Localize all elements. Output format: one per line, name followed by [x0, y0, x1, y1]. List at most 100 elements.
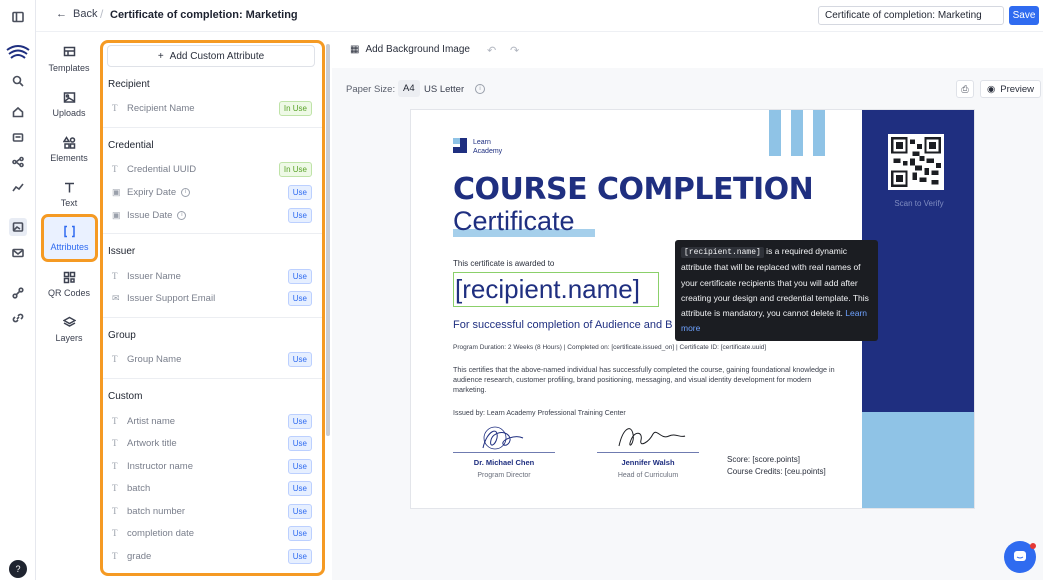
use-button[interactable]: Use: [287, 352, 312, 367]
paper-size-label: Paper Size:: [346, 84, 396, 95]
certificate-subheading[interactable]: Certificate: [453, 206, 575, 237]
use-button[interactable]: Use: [287, 436, 312, 451]
title-input[interactable]: [818, 6, 1004, 25]
home-icon[interactable]: [9, 103, 27, 121]
section-title-credential: Credential: [108, 140, 154, 151]
recipient-name-placeholder[interactable]: [recipient.name]: [453, 272, 659, 307]
attribute-expiry-date: ▣ Expiry Date i Use: [112, 184, 312, 200]
tooltip-code: [recipient.name]: [681, 247, 764, 258]
awarded-text[interactable]: This certificate is awarded to: [453, 259, 554, 268]
attribute-label: Issuer Support Email: [127, 292, 216, 304]
brackets-icon: [64, 225, 75, 237]
attribute-batch-number: Tbatch number Use: [112, 503, 312, 519]
info-icon[interactable]: i: [181, 187, 191, 197]
qr-icon: [63, 271, 75, 283]
tool-qr-codes[interactable]: QR Codes: [40, 263, 98, 305]
top-bar: ← Back / Certificate of completion: Mark…: [36, 0, 1043, 32]
tool-label: Attributes: [50, 241, 89, 252]
attribute-label: Recipient Name: [127, 102, 195, 114]
templates-icon: [63, 46, 75, 56]
save-button[interactable]: Save: [1009, 6, 1039, 25]
preview-button[interactable]: ◉ Preview: [980, 80, 1041, 98]
info-icon[interactable]: i: [177, 210, 187, 220]
export-pdf-button[interactable]: ⎙: [956, 80, 974, 98]
signature-block-1[interactable]: Dr. Michael Chen Program Director: [453, 422, 555, 479]
completion-line[interactable]: For successful completion of Audience an…: [453, 319, 673, 331]
use-button[interactable]: Use: [287, 549, 312, 564]
tool-attributes[interactable]: Attributes: [41, 214, 98, 262]
search-icon[interactable]: [9, 72, 27, 90]
use-button[interactable]: Use: [287, 414, 312, 429]
paper-size-a4[interactable]: A4: [398, 80, 420, 97]
tool-label: QR Codes: [47, 287, 91, 298]
link-icon[interactable]: [9, 309, 27, 327]
use-button[interactable]: Use: [287, 269, 312, 284]
paper-size-us-letter[interactable]: US Letter: [424, 84, 464, 95]
tool-label: Layers: [55, 332, 83, 343]
back-button[interactable]: ← Back: [56, 8, 97, 20]
help-icon[interactable]: ?: [9, 560, 27, 578]
attribute-label: Issue Date: [127, 209, 173, 221]
attribute-label: Credential UUID: [127, 163, 197, 175]
undo-icon[interactable]: ↶: [487, 44, 496, 57]
text-type-icon: T: [112, 103, 118, 113]
logo-text: Learn Academy: [473, 138, 502, 156]
breadcrumb-separator: /: [100, 7, 104, 21]
use-button[interactable]: Use: [287, 185, 312, 200]
use-button[interactable]: Use: [287, 291, 312, 306]
use-button[interactable]: Use: [287, 459, 312, 474]
add-background-image-button[interactable]: ▦ Add Background Image: [350, 44, 470, 55]
brand-logo[interactable]: [5, 40, 31, 62]
certificate-icon[interactable]: [9, 129, 27, 147]
use-button[interactable]: Use: [287, 208, 312, 223]
attribute-label: Expiry Date: [127, 186, 177, 198]
credits-text: Course Credits: [ceu.points]: [727, 467, 826, 476]
attribute-issuer-name: T Issuer Name Use: [112, 268, 312, 284]
text-type-icon: T: [112, 528, 118, 538]
chat-icon: [1014, 551, 1026, 561]
use-button[interactable]: Use: [287, 504, 312, 519]
score-block[interactable]: Score: [score.points] Course Credits: [c…: [727, 454, 826, 478]
mail-icon[interactable]: [9, 244, 27, 262]
certificate-body[interactable]: This certifies that the above-named indi…: [453, 365, 843, 395]
text-icon: [64, 182, 74, 192]
arrow-left-icon: ←: [56, 8, 67, 20]
back-label: Back: [73, 8, 98, 20]
tools-column: Templates Uploads Elements Text Attribut…: [36, 32, 100, 580]
calendar-icon: ▣: [112, 209, 121, 220]
add-custom-attribute-button[interactable]: + Add Custom Attribute: [107, 45, 315, 67]
tool-uploads[interactable]: Uploads: [40, 83, 98, 125]
use-button[interactable]: Use: [287, 481, 312, 496]
tool-elements[interactable]: Elements: [40, 128, 98, 170]
redo-icon[interactable]: ↷: [510, 44, 519, 57]
panel-scrollbar[interactable]: [326, 44, 330, 436]
tool-text[interactable]: Text: [40, 173, 98, 215]
signature-block-2[interactable]: Jennifer Walsh Head of Curriculum: [597, 422, 699, 479]
recipient-name-tooltip: [recipient.name] is a required dynamic a…: [675, 240, 878, 341]
image-icon: ▦: [350, 44, 360, 55]
sidebar-toggle-icon[interactable]: [9, 8, 27, 26]
section-divider: [103, 378, 322, 379]
issued-by-text[interactable]: Issued by: Learn Academy Professional Tr…: [453, 410, 626, 417]
designs-icon[interactable]: [9, 218, 27, 236]
section-title-group: Group: [108, 330, 136, 341]
signer-role: Program Director: [477, 472, 531, 479]
attribute-artist-name: T Artist name Use: [112, 413, 312, 429]
attribute-label: Group Name: [127, 353, 182, 365]
analytics-icon[interactable]: [9, 178, 27, 196]
certificate-heading[interactable]: COURSE COMPLETION: [453, 172, 814, 207]
tool-layers[interactable]: Layers: [40, 308, 98, 350]
section-divider: [103, 233, 322, 234]
info-icon[interactable]: i: [475, 84, 485, 94]
qr-code[interactable]: [888, 134, 944, 190]
tool-templates[interactable]: Templates: [40, 38, 98, 80]
workflow-icon[interactable]: [9, 153, 27, 171]
attribute-label: Artwork title: [127, 437, 177, 449]
program-meta-line[interactable]: Program Duration: 2 Weeks (8 Hours) | Co…: [453, 344, 766, 351]
use-button[interactable]: Use: [287, 526, 312, 541]
signer-name: Dr. Michael Chen: [473, 458, 535, 467]
side-band-light: [862, 412, 974, 508]
attribute-label: batch: [127, 482, 151, 494]
integrations-icon[interactable]: [9, 284, 27, 302]
text-type-icon: T: [112, 416, 118, 426]
